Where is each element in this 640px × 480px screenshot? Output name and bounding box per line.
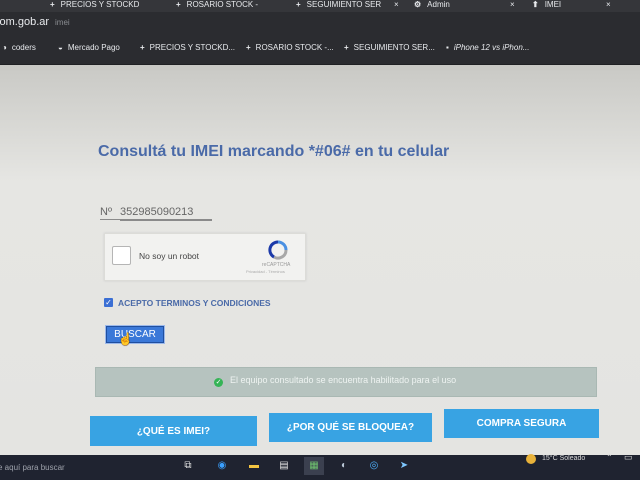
url-domain: com.gob.ar: [0, 16, 50, 28]
weather-widget[interactable]: 15°C Soleado: [542, 455, 585, 462]
result-text: El equipo consultado se encuentra habili…: [230, 375, 457, 385]
store-icon[interactable]: ▦: [304, 457, 324, 475]
imei-underline: [100, 219, 212, 220]
taskbar-search[interactable]: se aquí para buscar: [0, 463, 65, 472]
close-tab-icon[interactable]: ×: [606, 0, 611, 9]
chrome-icon[interactable]: ◎: [364, 457, 384, 475]
bookmark-label: SEGUIMIENTO SER...: [353, 43, 435, 52]
tab-strip: + PRECIOS Y STOCKD + ROSARIO STOCK - + SEGU…: [0, 0, 640, 12]
sheet-icon: +: [344, 43, 349, 52]
sheet-icon: +: [246, 43, 251, 52]
bookmark-seguimiento[interactable]: + SEGUIMIENTO SER...: [344, 43, 435, 52]
gear-icon: ⚙: [414, 0, 422, 9]
mercado-pago-icon: ◒: [58, 43, 63, 52]
why-blocked-button[interactable]: ¿POR QUÉ SE BLOQUEA?: [269, 413, 432, 442]
terms-checkbox[interactable]: ✓: [104, 298, 113, 307]
tab-label: Admin: [427, 0, 450, 9]
recaptcha-label: No soy un robot: [139, 251, 200, 261]
sheet-icon: +: [140, 43, 145, 52]
recaptcha-links[interactable]: Privacidad - Términos: [246, 269, 285, 274]
bookmark-label: ROSARIO STOCK -...: [255, 43, 334, 52]
address-bar[interactable]: [0, 12, 640, 34]
tab-precios-stock[interactable]: + PRECIOS Y STOCKD: [50, 0, 139, 12]
tab-seguimiento[interactable]: + SEGUIMIENTO SER: [296, 0, 381, 12]
tab-rosario-stock[interactable]: + ROSARIO STOCK -: [176, 0, 258, 12]
weather-condition: Soleado: [559, 455, 586, 462]
app-icon[interactable]: ◐: [334, 457, 354, 475]
tab-favicon-icon: +: [176, 0, 181, 9]
sun-icon: [526, 454, 536, 464]
terms-label[interactable]: ACEPTO TERMINOS Y CONDICIONES: [118, 298, 271, 308]
bookmark-label: iPhone 12 vs iPhon...: [453, 43, 530, 52]
bookmark-iphone[interactable]: ▪ iPhone 12 vs iPhon...: [446, 43, 529, 52]
bookmark-label: PRECIOS Y STOCKD...: [149, 43, 236, 52]
bookmark-label: coders: [11, 43, 36, 52]
telegram-icon[interactable]: ➤: [394, 457, 414, 475]
bookmark-label: Mercado Pago: [67, 43, 120, 52]
what-is-imei-button[interactable]: ¿QUÉ ES IMEI?: [90, 416, 257, 446]
url-text[interactable]: com.gob.ar imei: [0, 16, 70, 28]
bookmark-rosario[interactable]: + ROSARIO STOCK -...: [246, 43, 334, 52]
recaptcha-brand: reCAPTCHA: [262, 262, 291, 268]
task-view-icon[interactable]: ⧉: [178, 457, 198, 475]
tab-label: ROSARIO STOCK -: [186, 0, 259, 9]
page-title: Consultá tu IMEI marcando *#06# en tu ce…: [98, 143, 450, 160]
tab-label: SEGUIMIENTO SER: [306, 0, 382, 9]
chevron-up-icon[interactable]: ⌃: [606, 453, 613, 462]
tab-admin[interactable]: ⚙ Admin: [414, 0, 450, 12]
check-circle-icon: ✓: [214, 378, 223, 387]
search-button[interactable]: BUSCAR: [106, 326, 164, 343]
tab-favicon-icon: +: [50, 0, 55, 9]
safe-purchase-button[interactable]: COMPRA SEGURA: [444, 409, 599, 438]
video-icon: ▪: [446, 43, 449, 52]
tab-label: IMEI: [544, 0, 562, 9]
upload-icon: ⬆: [532, 0, 539, 9]
edge-icon[interactable]: ◉: [212, 457, 232, 475]
notepad-icon[interactable]: ▤: [274, 457, 294, 475]
file-explorer-icon[interactable]: ▬: [244, 457, 264, 475]
bookmark-precios[interactable]: + PRECIOS Y STOCKD...: [140, 43, 235, 52]
weather-temp: 15°C: [542, 455, 558, 462]
globe-icon: ◑: [2, 43, 7, 52]
recaptcha-logo-icon: [268, 240, 288, 260]
bookmark-coders[interactable]: ◑ coders: [2, 43, 36, 52]
hand-cursor-icon: ☝: [118, 332, 133, 346]
network-icon[interactable]: ▭: [624, 452, 633, 463]
tab-imei[interactable]: ⬆ IMEI: [532, 0, 561, 12]
close-tab-icon[interactable]: ×: [394, 0, 399, 9]
close-tab-icon[interactable]: ×: [510, 0, 515, 9]
imei-prefix: Nº: [100, 206, 112, 218]
url-path: imei: [55, 18, 70, 27]
bookmark-mercado-pago[interactable]: ◒ Mercado Pago: [58, 43, 120, 52]
tab-label: PRECIOS Y STOCKD: [60, 0, 140, 9]
tab-favicon-icon: +: [296, 0, 301, 9]
recaptcha-checkbox[interactable]: [112, 246, 131, 265]
